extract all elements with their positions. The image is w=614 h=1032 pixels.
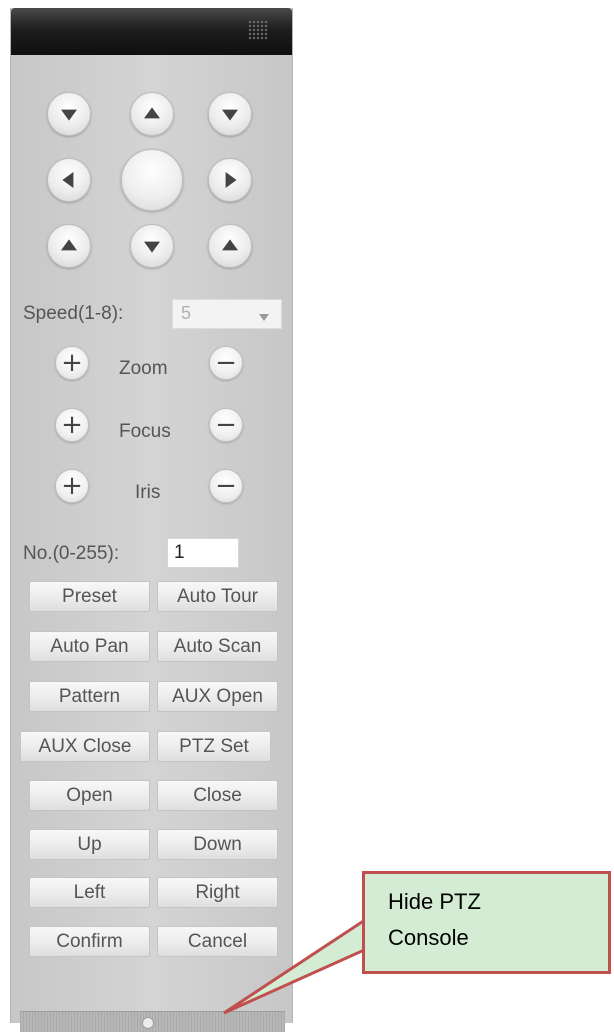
callout-pointer [223,916,394,1015]
callout-line-1: Hide PTZ [388,889,481,914]
hide-ptz-console-callout: Hide PTZ Console [362,871,611,974]
callout-line-2: Console [388,925,469,950]
